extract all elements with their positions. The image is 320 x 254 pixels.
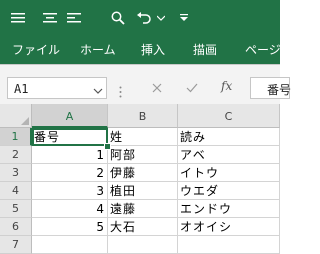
ribbon-tabs: ファイル ホーム 挿入 描画 ページ (0, 36, 281, 64)
formula-content: 番号 (267, 83, 292, 97)
tab-page-layout[interactable]: ページ (245, 43, 281, 57)
cell-c2[interactable]: アベ (178, 146, 280, 164)
tab-home[interactable]: ホーム (80, 43, 116, 57)
tab-insert[interactable]: 挿入 (141, 43, 165, 57)
cell-c1[interactable]: 読み (178, 128, 280, 146)
cell-c6[interactable]: オオイシ (178, 218, 280, 236)
cell-b1[interactable]: 姓 (108, 128, 178, 146)
cell-c4[interactable]: ウエダ (178, 182, 280, 200)
cell-a6[interactable]: 5 (32, 218, 108, 236)
cell-a5[interactable]: 4 (32, 200, 108, 218)
cell-a1[interactable]: 番号 (32, 128, 108, 146)
row-header-4[interactable]: 4 (0, 182, 32, 200)
select-all-button[interactable] (0, 104, 32, 128)
row-header-7[interactable]: 7 (0, 236, 32, 254)
cell-b3[interactable]: 伊藤 (108, 164, 178, 182)
name-box-value: A1 (14, 82, 29, 96)
cell-a7[interactable] (32, 236, 108, 254)
row-header-5[interactable]: 5 (0, 200, 32, 218)
enter-check-icon[interactable] (184, 80, 200, 96)
cell-b2[interactable]: 阿部 (108, 146, 178, 164)
quick-access-toolbar (0, 0, 280, 36)
hamburger-icon[interactable] (8, 7, 28, 29)
row-header-1[interactable]: 1 (0, 128, 32, 146)
cell-b6[interactable]: 大石 (108, 218, 178, 236)
cancel-icon[interactable] (149, 80, 165, 96)
undo-dropdown-icon[interactable] (156, 7, 166, 29)
cell-c7[interactable] (178, 236, 280, 254)
tab-file[interactable]: ファイル (12, 43, 60, 57)
cell-c5[interactable]: エンドウ (178, 200, 280, 218)
column-header-a[interactable]: A (32, 104, 108, 128)
tab-draw[interactable]: 描画 (193, 43, 217, 57)
cell-b5[interactable]: 遠藤 (108, 200, 178, 218)
formula-bar: A1 fx 番号 (0, 74, 291, 105)
cell-c3[interactable]: イトウ (178, 164, 280, 182)
search-icon[interactable] (108, 7, 128, 29)
customize-qat-icon[interactable] (178, 7, 190, 29)
row-header-6[interactable]: 6 (0, 218, 32, 236)
align-center-icon[interactable] (40, 7, 60, 29)
name-box[interactable]: A1 (7, 77, 107, 99)
cell-b4[interactable]: 植田 (108, 182, 178, 200)
row-header-2[interactable]: 2 (0, 146, 32, 164)
cell-a3[interactable]: 2 (32, 164, 108, 182)
align-left-icon[interactable] (64, 7, 84, 29)
resize-handle-icon[interactable] (119, 83, 122, 98)
chevron-down-icon[interactable] (93, 82, 103, 94)
worksheet-grid: A B C 1 2 3 4 5 6 7 番号 姓 読み 1 阿部 アベ 2 伊藤… (0, 104, 280, 254)
cell-b7[interactable] (108, 236, 178, 254)
column-header-c[interactable]: C (178, 104, 280, 128)
insert-function-icon[interactable]: fx (221, 79, 232, 93)
row-header-3[interactable]: 3 (0, 164, 32, 182)
formula-input[interactable]: 番号 (250, 77, 292, 99)
undo-icon[interactable] (134, 7, 154, 29)
fill-handle[interactable] (104, 143, 111, 150)
cell-a4[interactable]: 3 (32, 182, 108, 200)
column-header-b[interactable]: B (108, 104, 178, 128)
cell-a2[interactable]: 1 (32, 146, 108, 164)
